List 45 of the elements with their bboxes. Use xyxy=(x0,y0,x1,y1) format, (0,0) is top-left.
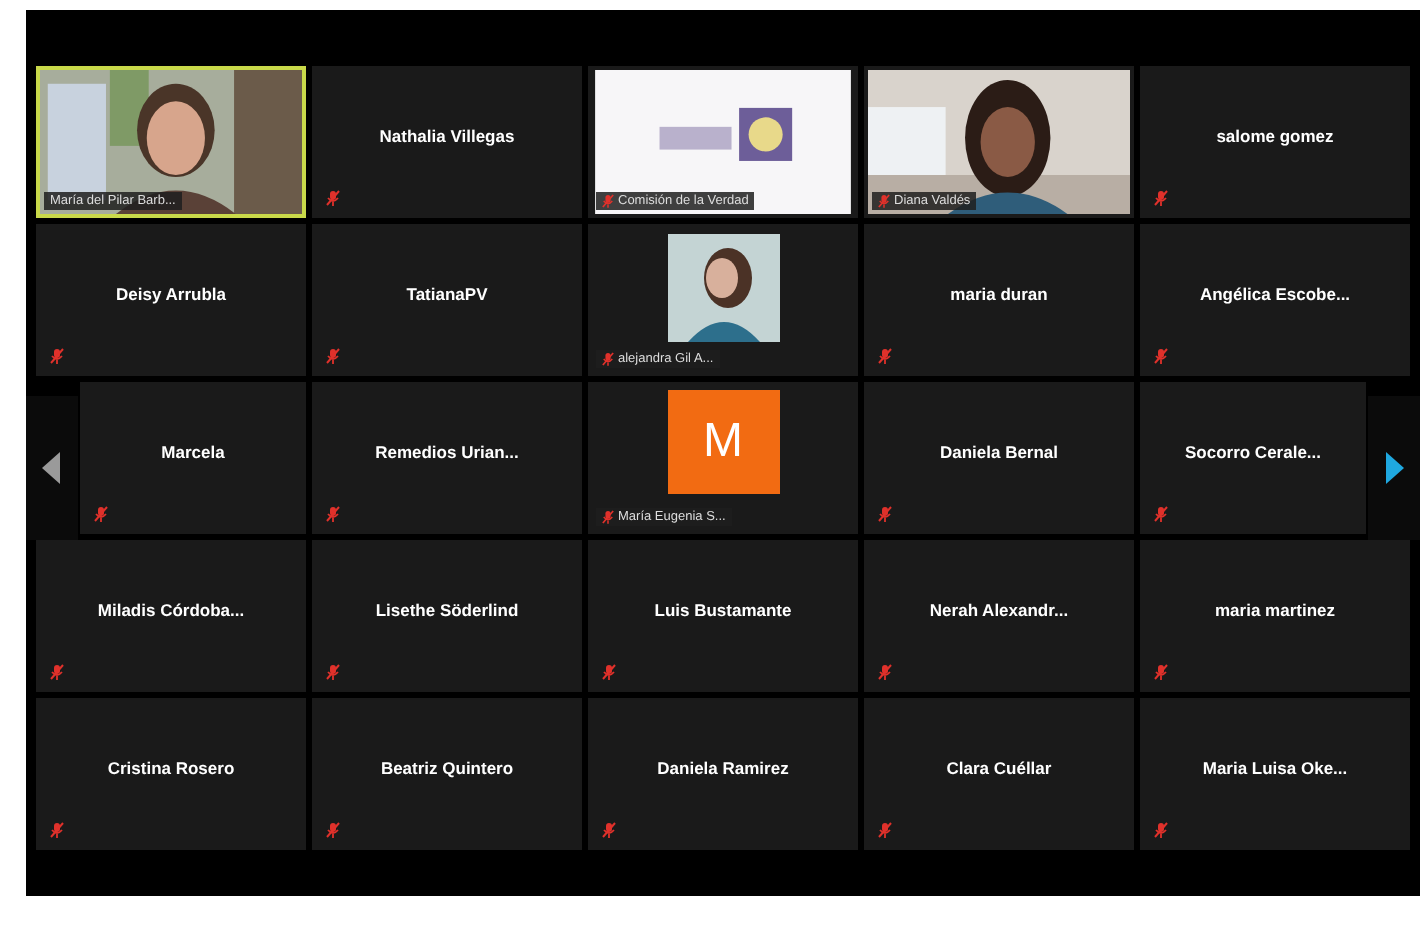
participant-tile[interactable]: Daniela Ramirez xyxy=(588,698,858,850)
right-arrow-icon xyxy=(1384,452,1404,484)
participant-name: maria duran xyxy=(950,284,1048,304)
participant-name: Marcela xyxy=(161,442,225,462)
participant-name: Beatriz Quintero xyxy=(380,758,514,778)
participant-name: Lisethe Söderlind xyxy=(375,600,519,620)
initial-avatar: M xyxy=(667,390,779,494)
participant-tile[interactable]: Maria Luisa Oke... xyxy=(1140,698,1410,850)
participant-tile[interactable]: Daniela Bernal xyxy=(864,382,1134,534)
participant-name: maria martinez xyxy=(1215,600,1335,620)
participant-tile[interactable]: Angélica Escobe... xyxy=(1140,224,1410,376)
participant-tile[interactable]: Nerah Alexandr... xyxy=(864,540,1134,692)
participant-tile[interactable]: maria duran xyxy=(864,224,1134,376)
participant-name: Nerah Alexandr... xyxy=(929,600,1069,620)
next-page-button[interactable] xyxy=(1368,396,1420,540)
participant-tile[interactable]: Socorro Cerale... xyxy=(1140,382,1366,534)
participant-name: TatianaPV xyxy=(406,284,488,304)
participant-name: Remedios Urian... xyxy=(375,442,519,462)
participant-tile[interactable]: TatianaPV xyxy=(312,224,582,376)
participant-name: Maria Luisa Oke... xyxy=(1202,758,1348,778)
participant-tile[interactable]: Marcela xyxy=(80,382,306,534)
participant-name: Socorro Cerale... xyxy=(1184,442,1322,462)
participant-name: Daniela Bernal xyxy=(939,442,1059,462)
participant-name: Daniela Ramirez xyxy=(657,758,789,778)
participant-tile[interactable]: Lisethe Söderlind xyxy=(312,540,582,692)
previous-page-button[interactable] xyxy=(26,396,78,540)
participant-name: Clara Cuéllar xyxy=(946,758,1052,778)
left-arrow-icon xyxy=(42,452,62,484)
participant-tile[interactable]: Clara Cuéllar xyxy=(864,698,1134,850)
participant-tile[interactable]: salome gomez xyxy=(1140,66,1410,218)
participant-tile[interactable]: Miladis Córdoba... xyxy=(36,540,306,692)
participant-tile[interactable]: Beatriz Quintero xyxy=(312,698,582,850)
participant-name: Nathalia Villegas xyxy=(379,126,515,146)
participant-tile[interactable]: Remedios Urian... xyxy=(312,382,582,534)
participant-name: Miladis Córdoba... xyxy=(97,600,245,620)
participant-tile[interactable]: Deisy Arrubla xyxy=(36,224,306,376)
participant-name: Cristina Rosero xyxy=(107,758,235,778)
participant-name: Angélica Escobe... xyxy=(1199,284,1351,304)
participant-tile[interactable]: maria martinez xyxy=(1140,540,1410,692)
participant-name: salome gomez xyxy=(1216,126,1334,146)
participant-tile[interactable]: Luis Bustamante xyxy=(588,540,858,692)
participant-tile[interactable]: Nathalia Villegas xyxy=(312,66,582,218)
participant-tile[interactable]: Cristina Rosero xyxy=(36,698,306,850)
participant-name: Deisy Arrubla xyxy=(116,284,226,304)
participant-name: Luis Bustamante xyxy=(654,600,792,620)
